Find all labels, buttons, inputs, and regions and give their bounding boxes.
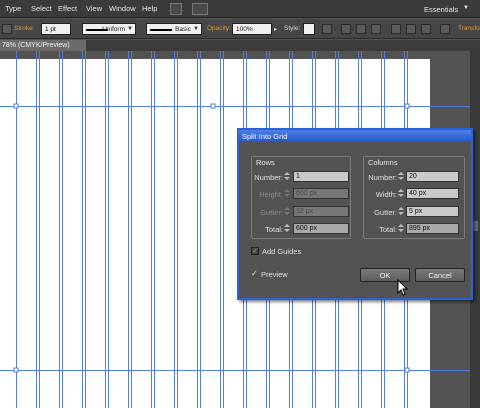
workspace-label: Essentials — [424, 5, 459, 14]
rows-height-field: 600 px — [293, 188, 349, 199]
opacity-label[interactable]: Opacity: — [207, 25, 231, 32]
rows-number-field[interactable]: 1 — [293, 171, 349, 182]
columns-number-field[interactable]: 20 — [406, 171, 459, 182]
align-icon[interactable] — [371, 24, 381, 34]
menu-help[interactable]: Help — [142, 4, 157, 13]
profile-label: Uniform — [102, 26, 125, 33]
add-guides-label[interactable]: Add Guides — [262, 247, 301, 256]
brush-label: Basic — [175, 26, 191, 33]
brush-definition-select[interactable]: Basic ▼ — [146, 23, 202, 35]
rows-number-stepper-icon[interactable] — [283, 171, 291, 181]
preview-label[interactable]: Preview — [261, 270, 288, 279]
rows-gutter-label: Gutter: — [260, 208, 283, 217]
rows-total-stepper-icon[interactable] — [283, 223, 291, 233]
document-setup-icon[interactable] — [322, 24, 332, 34]
align-icon[interactable] — [421, 24, 431, 34]
workspace-switcher[interactable]: Essentials ▼ — [420, 2, 472, 16]
menu-view[interactable]: View — [86, 4, 102, 13]
dialog-title: Split Into Grid — [239, 130, 471, 142]
rows-title: Rows — [256, 158, 275, 167]
graphic-style-swatch[interactable] — [303, 23, 315, 35]
style-label: Style: — [284, 25, 301, 32]
opacity-dropdown-icon[interactable]: ▸ — [274, 25, 277, 33]
fill-swatch-icon[interactable] — [2, 24, 12, 34]
preview-check-icon[interactable]: ✓ — [251, 269, 258, 278]
menu-type[interactable]: Type — [5, 4, 21, 13]
arrange-documents-icon[interactable] — [192, 3, 208, 15]
columns-width-label: Width: — [375, 190, 397, 199]
chevron-down-icon: ▼ — [127, 26, 133, 32]
columns-gutter-stepper-icon[interactable] — [397, 206, 405, 216]
columns-total-field[interactable]: 895 px — [406, 223, 459, 234]
menu-select[interactable]: Select — [31, 4, 52, 13]
add-guides-checkbox[interactable]: ✓ — [251, 247, 259, 255]
stroke-label[interactable]: Stroke: — [14, 25, 35, 32]
columns-total-label: Total: — [379, 225, 397, 234]
menu-effect[interactable]: Effect — [58, 4, 77, 13]
rows-total-field[interactable]: 600 px — [293, 223, 349, 234]
align-icon[interactable] — [341, 24, 351, 34]
chevron-down-icon: ▼ — [193, 26, 199, 32]
document-tab-label: 78% (CMYK/Preview) — [2, 42, 70, 49]
document-tab[interactable]: 78% (CMYK/Preview) — [0, 40, 86, 51]
menu-window[interactable]: Window — [109, 4, 136, 13]
brush-preview — [150, 29, 172, 31]
variable-width-profile-select[interactable]: Uniform ▼ — [82, 23, 136, 35]
chevron-down-icon: ▼ — [463, 5, 469, 11]
columns-gutter-label: Gutter: — [374, 208, 397, 217]
columns-width-stepper-icon[interactable] — [397, 188, 405, 198]
cancel-button[interactable]: Cancel — [415, 268, 465, 282]
stroke-weight-field[interactable]: 1 pt — [41, 23, 71, 35]
menu-bar: Type Select Effect View Window Help Esse… — [0, 0, 480, 18]
rows-gutter-stepper-icon — [283, 206, 291, 216]
transform-label[interactable]: Transfo — [458, 25, 480, 32]
rows-height-stepper-icon — [283, 188, 291, 198]
columns-title: Columns — [368, 158, 398, 167]
control-bar: Stroke: 1 pt Uniform ▼ Basic ▼ Opacity: … — [0, 19, 480, 39]
bridge-icon[interactable] — [170, 3, 182, 15]
rows-gutter-field: 12 px — [293, 206, 349, 217]
columns-number-label: Number: — [368, 173, 397, 182]
document-tab-bar: 78% (CMYK/Preview) — [0, 40, 480, 51]
rows-total-label: Total: — [265, 225, 283, 234]
columns-gutter-field[interactable]: 5 px — [406, 206, 459, 217]
mouse-pointer-icon — [397, 279, 409, 296]
columns-number-stepper-icon[interactable] — [397, 171, 405, 181]
rows-number-label: Number: — [254, 173, 283, 182]
split-into-grid-dialog: Split Into Grid Rows Number: 1 Height: 6… — [237, 128, 473, 300]
columns-width-field[interactable]: 40 px — [406, 188, 459, 199]
align-icon[interactable] — [356, 24, 366, 34]
rows-height-label: Height: — [259, 190, 283, 199]
columns-total-stepper-icon[interactable] — [397, 223, 405, 233]
align-icon[interactable] — [391, 24, 401, 34]
align-icon[interactable] — [406, 24, 416, 34]
distribute-icon[interactable] — [440, 24, 450, 34]
opacity-field[interactable]: 100% — [232, 23, 272, 35]
